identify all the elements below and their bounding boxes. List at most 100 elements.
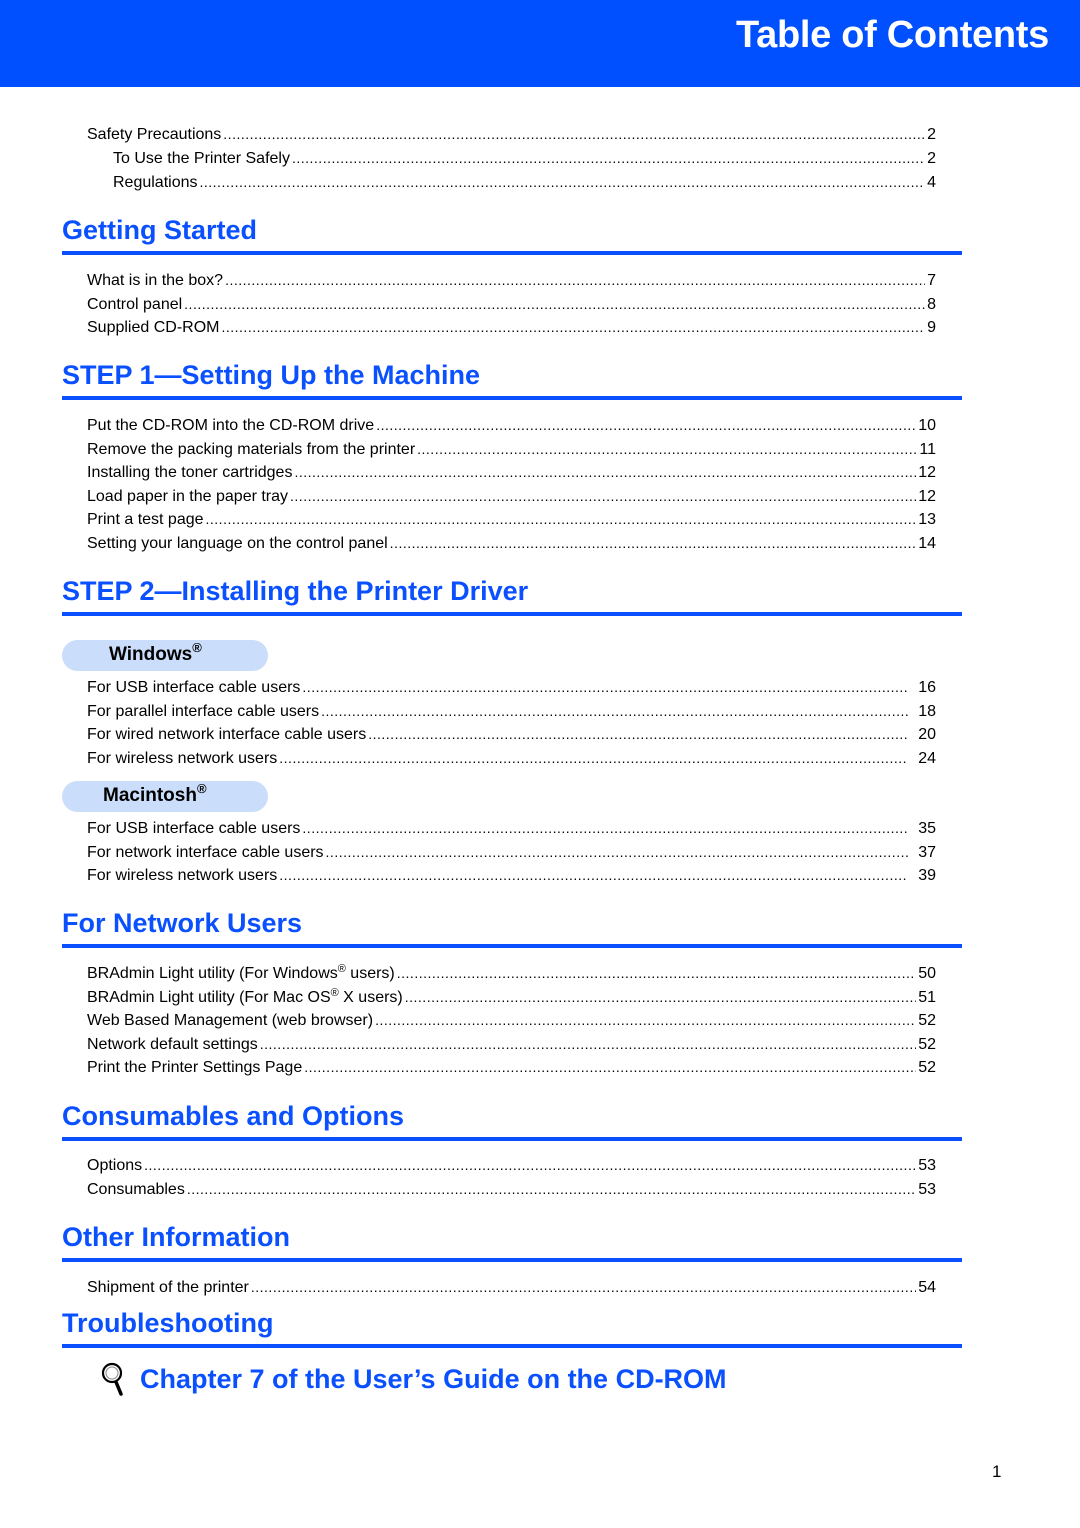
toc-entry-page: 16 xyxy=(918,679,936,696)
macintosh-subsection-label: Macintosh® xyxy=(103,782,207,807)
toc-entry[interactable]: For wireless network users 39 xyxy=(87,863,936,887)
toc-entry[interactable]: To Use the Printer Safely 2 xyxy=(113,146,936,170)
toc-entry[interactable]: Web Based Management (web browser) 52 xyxy=(87,1008,936,1032)
section-title-other-information[interactable]: Other Information xyxy=(62,1222,290,1253)
toc-entry-label: Remove the packing materials from the pr… xyxy=(87,441,416,458)
leader-dots xyxy=(200,170,926,194)
leader-dots xyxy=(221,315,925,339)
toc-entry[interactable]: BRAdmin Light utility (For Mac OS® X use… xyxy=(87,985,936,1009)
leader-dots xyxy=(187,1177,916,1201)
toc-entry[interactable]: Options 53 xyxy=(87,1153,936,1177)
toc-entry-page: 13 xyxy=(918,511,936,528)
toc-entry-label: BRAdmin Light utility (For Mac OS® X use… xyxy=(87,986,403,1010)
toc-entry-page: 7 xyxy=(927,272,936,289)
section-divider xyxy=(62,1258,962,1262)
leader-dots xyxy=(225,268,925,292)
section-title-consumables[interactable]: Consumables and Options xyxy=(62,1101,404,1132)
section-title-step2[interactable]: STEP 2—Installing the Printer Driver xyxy=(62,576,528,607)
toc-entry[interactable]: Remove the packing materials from the pr… xyxy=(87,437,936,461)
leader-dots xyxy=(290,484,916,508)
toc-entry-label: Print a test page xyxy=(87,511,204,528)
registered-mark: ® xyxy=(196,781,207,796)
toc-entry-page: 52 xyxy=(918,1036,936,1053)
section-title-troubleshooting[interactable]: Troubleshooting xyxy=(62,1308,273,1339)
leader-dots xyxy=(302,816,908,840)
toc-entry[interactable]: For USB interface cable users 35 xyxy=(87,816,936,840)
toc-entry[interactable]: Load paper in the paper tray 12 xyxy=(87,484,936,508)
section-title-network-users[interactable]: For Network Users xyxy=(62,908,302,939)
toc-entry-page: 51 xyxy=(918,989,936,1006)
toc-entry-page: 53 xyxy=(918,1157,936,1174)
toc-entry-label: Regulations xyxy=(113,174,198,191)
leader-dots xyxy=(292,146,925,170)
toc-entry-page: 20 xyxy=(918,726,936,743)
leader-dots xyxy=(405,985,916,1009)
leader-dots xyxy=(302,675,908,699)
toc-entry-label: Print the Printer Settings Page xyxy=(87,1059,303,1076)
toc-entry-label: Shipment of the printer xyxy=(87,1279,249,1296)
toc-entry[interactable]: Installing the toner cartridges 12 xyxy=(87,460,936,484)
users-guide-reference-link[interactable]: Chapter 7 of the User’s Guide on the CD-… xyxy=(98,1362,727,1396)
toc-entry-label: Network default settings xyxy=(87,1036,258,1053)
toc-entry[interactable]: Consumables 53 xyxy=(87,1177,936,1201)
toc-entry-label: Supplied CD-ROM xyxy=(87,319,220,336)
toc-entry-page: 8 xyxy=(927,296,936,313)
toc-entry-label: Consumables xyxy=(87,1181,185,1198)
toc-entry[interactable]: Supplied CD-ROM 9 xyxy=(87,315,936,339)
leader-dots xyxy=(294,460,916,484)
section-divider xyxy=(62,396,962,400)
users-guide-reference-text: Chapter 7 of the User’s Guide on the CD-… xyxy=(140,1363,727,1394)
toc-entry-page: 53 xyxy=(918,1181,936,1198)
leader-dots xyxy=(260,1032,916,1056)
toc-entry-page: 11 xyxy=(919,441,936,458)
toc-entry-label: For USB interface cable users xyxy=(87,679,301,696)
toc-entry-page: 52 xyxy=(918,1059,936,1076)
leader-dots xyxy=(326,840,909,864)
label-part: users) xyxy=(345,965,395,982)
toc-entry[interactable]: For network interface cable users 37 xyxy=(87,840,936,864)
leader-dots xyxy=(376,413,916,437)
section-title-getting-started[interactable]: Getting Started xyxy=(62,215,257,246)
header-banner: Table of Contents xyxy=(0,0,1080,87)
leader-dots xyxy=(368,722,908,746)
toc-entry-page: 4 xyxy=(927,174,936,191)
toc-entry-page: 39 xyxy=(918,867,936,884)
leader-dots xyxy=(417,437,917,461)
toc-entry[interactable]: What is in the box? 7 xyxy=(87,268,936,292)
leader-dots xyxy=(304,1055,916,1079)
leader-dots xyxy=(251,1275,916,1299)
section-divider xyxy=(62,251,962,255)
toc-entry[interactable]: Network default settings 52 xyxy=(87,1032,936,1056)
toc-entry-label: Safety Precautions xyxy=(87,126,222,143)
toc-entry[interactable]: For parallel interface cable users 18 xyxy=(87,699,936,723)
section-title-step1[interactable]: STEP 1—Setting Up the Machine xyxy=(62,360,480,391)
toc-entry-label: For wired network interface cable users xyxy=(87,726,367,743)
toc-entry[interactable]: Print a test page 13 xyxy=(87,507,936,531)
leader-dots xyxy=(223,122,925,146)
toc-entry[interactable]: Control panel 8 xyxy=(87,292,936,316)
toc-entry[interactable]: Print the Printer Settings Page 52 xyxy=(87,1055,936,1079)
toc-entry-label: Options xyxy=(87,1157,143,1174)
label-part: BRAdmin Light utility (For Mac OS xyxy=(87,989,331,1006)
toc-entry-label: For USB interface cable users xyxy=(87,820,301,837)
toc-entry-page: 2 xyxy=(927,150,936,167)
toc-entry[interactable]: Put the CD-ROM into the CD-ROM drive 10 xyxy=(87,413,936,437)
toc-entry[interactable]: For wireless network users 24 xyxy=(87,746,936,770)
macintosh-label-text: Macintosh xyxy=(103,785,197,806)
windows-subsection-badge: Windows® xyxy=(62,640,268,671)
toc-entry[interactable]: Shipment of the printer 54 xyxy=(87,1275,936,1299)
registered-mark: ® xyxy=(192,640,202,655)
toc-entry-page: 14 xyxy=(918,535,936,552)
toc-entry[interactable]: For USB interface cable users 16 xyxy=(87,675,936,699)
toc-entry-page: 50 xyxy=(918,965,936,982)
toc-entry[interactable]: Setting your language on the control pan… xyxy=(87,531,936,555)
toc-entry[interactable]: BRAdmin Light utility (For Windows® user… xyxy=(87,961,936,985)
leader-dots xyxy=(321,699,908,723)
toc-entry-page: 35 xyxy=(918,820,936,837)
toc-entry[interactable]: Regulations 4 xyxy=(113,170,936,194)
toc-entry[interactable]: For wired network interface cable users … xyxy=(87,722,936,746)
toc-entry-page: 9 xyxy=(927,319,936,336)
registered-mark: ® xyxy=(330,987,339,999)
toc-entry[interactable]: Safety Precautions 2 xyxy=(87,122,936,146)
toc-entry-label: Control panel xyxy=(87,296,183,313)
